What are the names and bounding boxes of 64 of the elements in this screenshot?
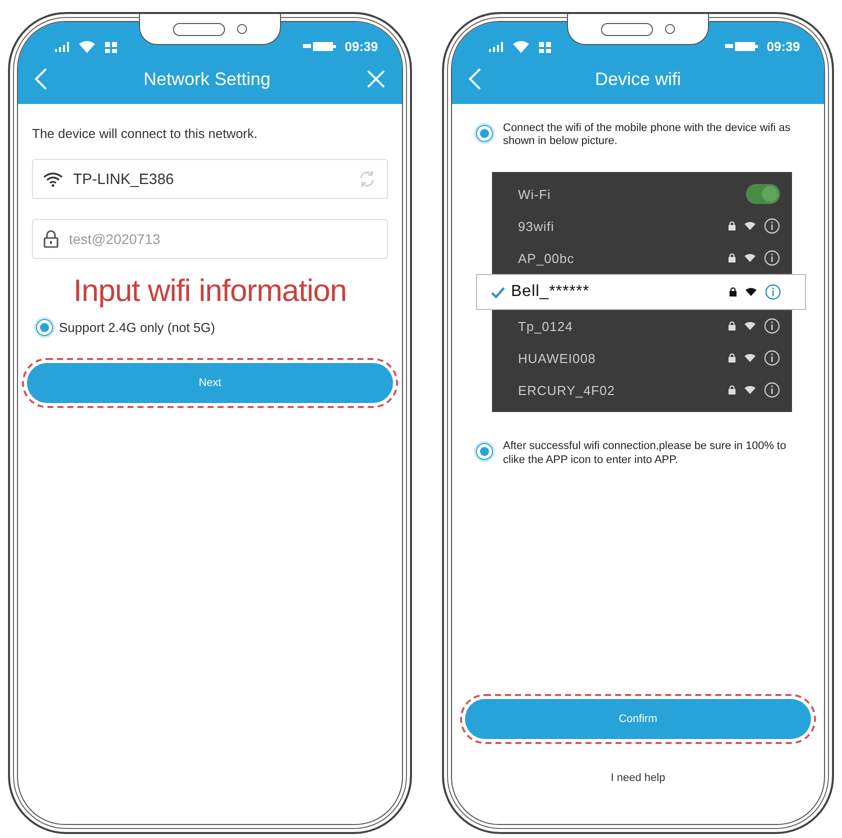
network-name: HUAWEI008 [518,350,597,366]
lock-icon [728,221,736,232]
speaker-grille [601,22,653,36]
status-time: 09:39 [766,39,800,54]
camera-lens [237,24,247,34]
network-row[interactable]: Bell_****** [476,274,806,310]
network-name: AP_00bc [518,250,576,266]
wifi-label: Wi-Fi [518,186,552,202]
lock-icon [728,253,736,264]
lock-icon [729,287,737,298]
wifi-icon [744,253,756,264]
screen-title: Device wifi [594,68,682,90]
wifi-icon [744,385,756,396]
back-icon[interactable] [34,67,48,91]
screen-title: Network Setting [143,68,271,90]
radio-button[interactable] [476,443,493,460]
info-icon[interactable] [764,382,780,398]
lock-icon [728,385,736,396]
intro-text: The device will connect to this network. [32,126,258,141]
step-text: After successful wifi connection,please be sure in 100% to clike the APP icon to enter into APP. [503,440,788,467]
radio-button[interactable] [476,125,493,142]
network-field[interactable]: TP-LINK_E386 [32,159,388,199]
network-row[interactable]: AP_00bc [492,242,792,274]
battery-icon [302,41,337,52]
network-name: Bell_****** [511,283,590,302]
wifi-icon [43,172,63,186]
wifi-toggle[interactable] [746,184,780,204]
option-label: Support 2.4G only (not 5G) [59,320,216,335]
info-icon[interactable] [764,250,780,266]
wifi-icon [745,287,757,298]
back-icon[interactable] [468,67,482,91]
status-time: 09:39 [344,39,378,54]
info-icon[interactable] [764,318,780,334]
close-icon[interactable] [366,69,386,89]
wifi-icon [78,40,96,54]
lock-icon [728,353,736,364]
data-icon [538,40,552,54]
wifi-icon [744,321,756,332]
network-row[interactable]: 93wifi [492,210,792,242]
annotation-text: Input wifi information [72,273,348,309]
network-row[interactable]: HUAWEI008 [492,342,792,374]
network-name: 93wifi [518,218,556,234]
signal-icon [54,41,70,53]
lock-icon [43,230,59,248]
wifi-icon [744,221,756,232]
signal-icon [488,41,504,53]
battery-icon [724,41,759,52]
network-name: Tp_0124 [518,318,574,334]
network-name: ERCURY_4F02 [518,382,616,398]
info-icon[interactable] [765,284,781,300]
wifi-icon [512,40,530,54]
speaker-grille [173,22,225,36]
network-row[interactable]: Tp_0124 [492,310,792,342]
data-icon [104,40,118,54]
help-link[interactable]: I need help [610,772,666,784]
checkmark-icon [491,286,505,298]
camera-lens [665,24,675,34]
wifi-icon [744,353,756,364]
lock-icon [728,321,736,332]
info-icon[interactable] [764,350,780,366]
info-icon[interactable] [764,218,780,234]
network-row[interactable]: ERCURY_4F02 [492,374,792,406]
radio-button[interactable] [36,319,53,336]
step-text: Connect the wifi of the mobile phone with the device wifi as shown in below picture. [503,122,792,148]
